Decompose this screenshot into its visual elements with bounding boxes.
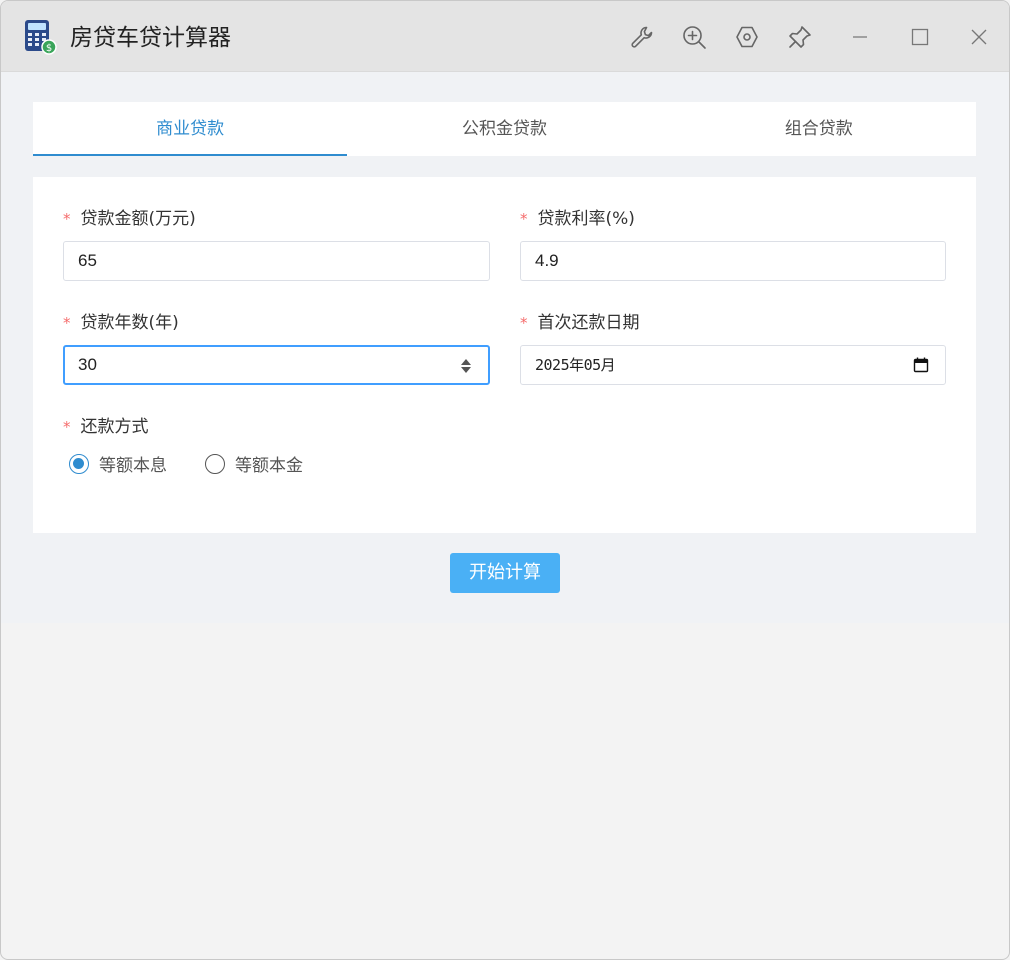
required-mark: * bbox=[63, 314, 71, 332]
radio-circle[interactable] bbox=[205, 453, 225, 474]
required-mark: * bbox=[520, 314, 528, 332]
tab-provident-fund-loan[interactable]: 公积金贷款 bbox=[347, 102, 661, 156]
required-mark: * bbox=[63, 210, 71, 228]
app-window: $ 房贷车贷计算器 商业贷款 公积金贷款 组合贷款 * 贷款金额(万元) 65 … bbox=[0, 0, 1010, 960]
close-icon[interactable] bbox=[965, 23, 993, 51]
hexagon-settings-icon[interactable] bbox=[733, 23, 761, 51]
tab-commercial-loan[interactable]: 商业贷款 bbox=[33, 102, 348, 156]
loan-amount-input[interactable]: 65 bbox=[63, 241, 490, 281]
calendar-icon[interactable] bbox=[913, 357, 929, 373]
interest-rate-label: * 贷款利率(%) bbox=[520, 209, 635, 229]
radio-equal-principal[interactable]: 等额本金 bbox=[205, 451, 303, 476]
repayment-method-label: * 还款方式 bbox=[63, 417, 149, 437]
window-title: 房贷车贷计算器 bbox=[70, 25, 231, 51]
tab-combined-loan[interactable]: 组合贷款 bbox=[662, 102, 976, 156]
radio-circle[interactable] bbox=[69, 453, 89, 474]
maximize-icon[interactable] bbox=[906, 23, 934, 51]
first-payment-date-label: * 首次还款日期 bbox=[520, 313, 640, 333]
calculate-button[interactable]: 开始计算 bbox=[450, 553, 560, 593]
wrench-icon[interactable] bbox=[628, 23, 656, 51]
pin-icon[interactable] bbox=[786, 23, 814, 51]
calculator-app-icon: $ bbox=[23, 19, 57, 55]
loan-years-input[interactable]: 30 bbox=[63, 345, 490, 385]
svg-text:$: $ bbox=[46, 43, 52, 54]
required-mark: * bbox=[63, 418, 71, 436]
required-mark: * bbox=[520, 210, 528, 228]
zoom-in-icon[interactable] bbox=[680, 23, 708, 51]
radio-equal-installment[interactable]: 等额本息 bbox=[69, 451, 167, 476]
loan-form: * 贷款金额(万元) 65 * 贷款利率(%) 4.9 * 贷款年数(年) 30 * 首… bbox=[33, 177, 976, 533]
first-payment-date-input[interactable]: 2025年05月 bbox=[520, 345, 946, 385]
loan-years-label: * 贷款年数(年) bbox=[63, 313, 179, 333]
number-spinner-icon[interactable] bbox=[460, 357, 472, 375]
loan-amount-label: * 贷款金额(万元) bbox=[63, 209, 196, 229]
loan-type-tabs: 商业贷款 公积金贷款 组合贷款 bbox=[33, 102, 976, 156]
interest-rate-input[interactable]: 4.9 bbox=[520, 241, 946, 281]
minimize-icon[interactable] bbox=[846, 23, 874, 51]
title-bar[interactable]: $ 房贷车贷计算器 bbox=[1, 1, 1009, 72]
